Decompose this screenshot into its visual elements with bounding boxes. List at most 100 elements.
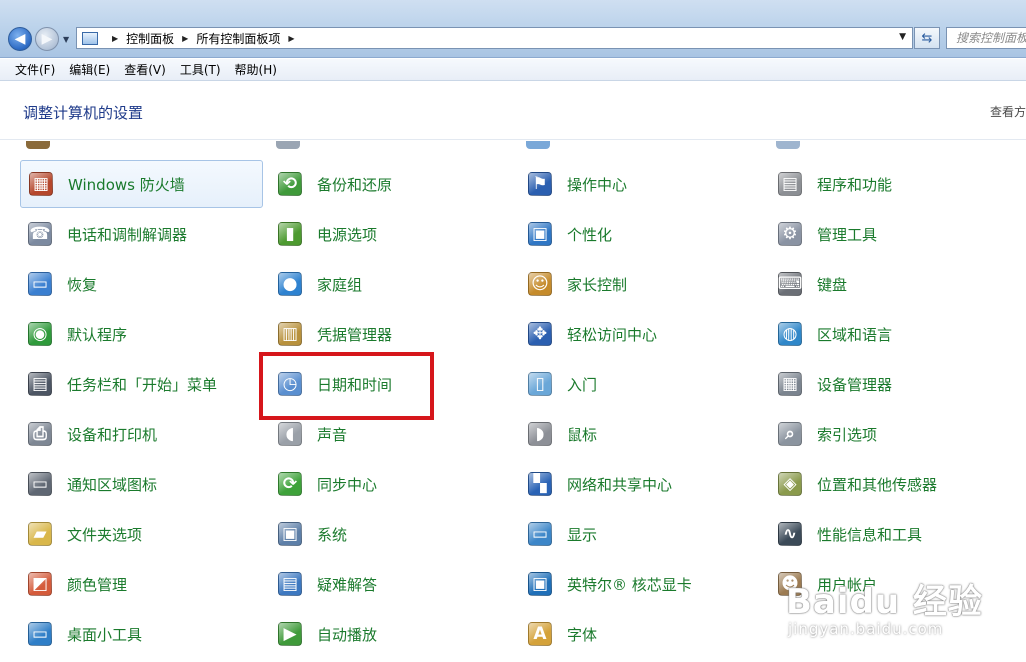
color-management-icon: ◩ <box>24 568 56 600</box>
folder-options-icon: ▰ <box>24 518 56 550</box>
phone-modem-icon: ☎ <box>28 222 52 246</box>
item-label: 个性化 <box>567 225 613 244</box>
control-panel-item[interactable]: ⌨ 键盘 <box>770 260 1010 308</box>
control-panel-item[interactable]: ⚑ 操作中心 <box>520 160 760 208</box>
chevron-right-icon[interactable]: ▶ <box>182 34 188 43</box>
device-manager-icon: ▦ <box>774 368 806 400</box>
location-sensor-icon: ◈ <box>774 468 806 500</box>
backup-icon: ⟲ <box>274 168 306 200</box>
control-panel-item[interactable]: ⟲ 备份和还原 <box>270 160 510 208</box>
chevron-right-icon[interactable]: ▶ <box>288 34 294 43</box>
item-label: 疑难解答 <box>317 575 378 594</box>
item-label: 备份和还原 <box>317 175 393 194</box>
item-label: 英特尔® 核芯显卡 <box>567 575 692 594</box>
item-label: 恢复 <box>67 275 98 294</box>
control-panel-item[interactable]: ⚙ 管理工具 <box>770 210 1010 258</box>
control-panel-item[interactable]: ▭ 通知区域图标 <box>20 460 263 508</box>
menu-edit[interactable]: 编辑(E) <box>62 61 117 78</box>
user-accounts-icon: ☻ <box>774 568 806 600</box>
item-label: 任务栏和「开始」菜单 <box>67 375 218 394</box>
refresh-button[interactable]: ⇆ <box>914 27 940 49</box>
chevron-right-icon[interactable]: ▶ <box>112 34 118 43</box>
control-panel-item[interactable]: ▣ 个性化 <box>520 210 760 258</box>
item-label: 显示 <box>567 525 598 544</box>
item-label: 键盘 <box>817 275 848 294</box>
item-label: 程序和功能 <box>817 175 893 194</box>
network-icon: ▚ <box>524 468 556 500</box>
control-panel-item[interactable]: ⌕ 索引选项 <box>770 410 1010 458</box>
item-label: 凭据管理器 <box>317 325 393 344</box>
sync-center-icon: ⟳ <box>274 468 306 500</box>
history-dropdown-icon[interactable]: ▼ <box>63 35 69 44</box>
address-bar[interactable]: ▶ 控制面板 ▶ 所有控制面板项 ▶ ▼ <box>76 27 913 49</box>
control-panel-item[interactable]: A 字体 <box>520 610 760 658</box>
control-panel-item[interactable]: ◷ 日期和时间 <box>270 360 510 408</box>
item-label: 默认程序 <box>67 325 128 344</box>
control-panel-item[interactable]: ◉ 默认程序 <box>20 310 263 358</box>
taskbar-icon: ▤ <box>24 368 56 400</box>
keyboard-icon: ⌨ <box>777 272 803 296</box>
item-label: 索引选项 <box>817 425 878 444</box>
default-programs-icon: ◉ <box>24 318 56 350</box>
control-panel-item[interactable]: ▯ 入门 <box>520 360 760 408</box>
menu-file[interactable]: 文件(F) <box>8 61 62 78</box>
control-panel-item[interactable]: ▤ 疑难解答 <box>270 560 510 608</box>
menu-view[interactable]: 查看(V) <box>117 61 173 78</box>
control-panel-item[interactable]: ▭ 显示 <box>520 510 760 558</box>
item-label: 用户帐户 <box>817 575 878 594</box>
menu-tools[interactable]: 工具(T) <box>173 61 228 78</box>
control-panel-item[interactable]: ✥ 轻松访问中心 <box>520 310 760 358</box>
control-panel-item[interactable]: ☎ 电话和调制解调器 <box>20 210 263 258</box>
control-panel-item[interactable]: ◩ 颜色管理 <box>20 560 263 608</box>
control-panel-item[interactable]: ☺ 家长控制 <box>520 260 760 308</box>
control-panel-item[interactable]: ▤ 程序和功能 <box>770 160 1010 208</box>
power-icon: ▮ <box>274 218 306 250</box>
control-panel-item[interactable]: ▭ 桌面小工具 <box>20 610 263 658</box>
system-icon: ▣ <box>274 518 306 550</box>
control-panel-item[interactable]: ∿ 性能信息和工具 <box>770 510 1010 558</box>
firewall-icon: ▦ <box>25 168 57 200</box>
item-label: 位置和其他传感器 <box>817 475 938 494</box>
menu-help[interactable]: 帮助(H) <box>228 61 284 78</box>
control-panel-item[interactable]: ☻ 用户帐户 <box>770 560 1010 608</box>
control-panel-item[interactable]: ▰ 文件夹选项 <box>20 510 263 558</box>
item-label: 设备和打印机 <box>67 425 158 444</box>
search-input[interactable]: 搜索控制面板 <box>946 27 1026 49</box>
item-label: 家长控制 <box>567 275 628 294</box>
control-panel-item[interactable]: ● 家庭组 <box>270 260 510 308</box>
control-panel-item[interactable]: ▣ 英特尔® 核芯显卡 <box>520 560 760 608</box>
control-panel-item[interactable]: ▣ 系统 <box>270 510 510 558</box>
chevron-down-icon[interactable]: ▼ <box>899 32 906 42</box>
item-label: 网络和共享中心 <box>567 475 673 494</box>
control-panel-item[interactable]: ▥ 凭据管理器 <box>270 310 510 358</box>
control-panel-item[interactable]: ▶ 自动播放 <box>270 610 510 658</box>
refresh-icon: ⇆ <box>921 30 933 46</box>
control-panel-item[interactable]: ▦ 设备管理器 <box>770 360 1010 408</box>
view-by-link[interactable]: 查看方 <box>990 103 1026 120</box>
ease-of-access-icon: ✥ <box>524 318 556 350</box>
programs-icon: ▤ <box>774 168 806 200</box>
credential-manager-icon: ▥ <box>274 318 306 350</box>
control-panel-item[interactable]: ▮ 电源选项 <box>270 210 510 258</box>
item-label: 声音 <box>317 425 348 444</box>
control-panel-item[interactable]: ◈ 位置和其他传感器 <box>770 460 1010 508</box>
control-panel-item[interactable]: ▚ 网络和共享中心 <box>520 460 760 508</box>
breadcrumb-all-items[interactable]: 所有控制面板项 <box>196 30 280 47</box>
control-panel-item[interactable]: ◗ 鼠标 <box>520 410 760 458</box>
page-title: 调整计算机的设置 <box>23 104 144 122</box>
action-center-flag-icon: ⚑ <box>524 168 556 200</box>
item-label: 家庭组 <box>317 275 363 294</box>
control-panel-item[interactable]: ⎙ 设备和打印机 <box>20 410 263 458</box>
control-panel-item[interactable]: ▤ 任务栏和「开始」菜单 <box>20 360 263 408</box>
personalization-icon: ▣ <box>524 218 556 250</box>
control-panel-item[interactable]: ▦ Windows 防火墙 <box>20 160 263 208</box>
control-panel-item[interactable]: ◖ 声音 <box>270 410 510 458</box>
menu-bar: 文件(F) 编辑(E) 查看(V) 工具(T) 帮助(H) <box>0 59 1026 81</box>
control-panel-item[interactable]: ▭ 恢复 <box>20 260 263 308</box>
back-button[interactable]: ◀ <box>8 27 32 51</box>
control-panel-item[interactable]: ⟳ 同步中心 <box>270 460 510 508</box>
forward-button[interactable]: ▶ <box>35 27 59 51</box>
control-panel-item[interactable]: ◍ 区域和语言 <box>770 310 1010 358</box>
parental-controls-icon: ☺ <box>524 268 556 300</box>
breadcrumb-control-panel[interactable]: 控制面板 <box>126 30 174 47</box>
